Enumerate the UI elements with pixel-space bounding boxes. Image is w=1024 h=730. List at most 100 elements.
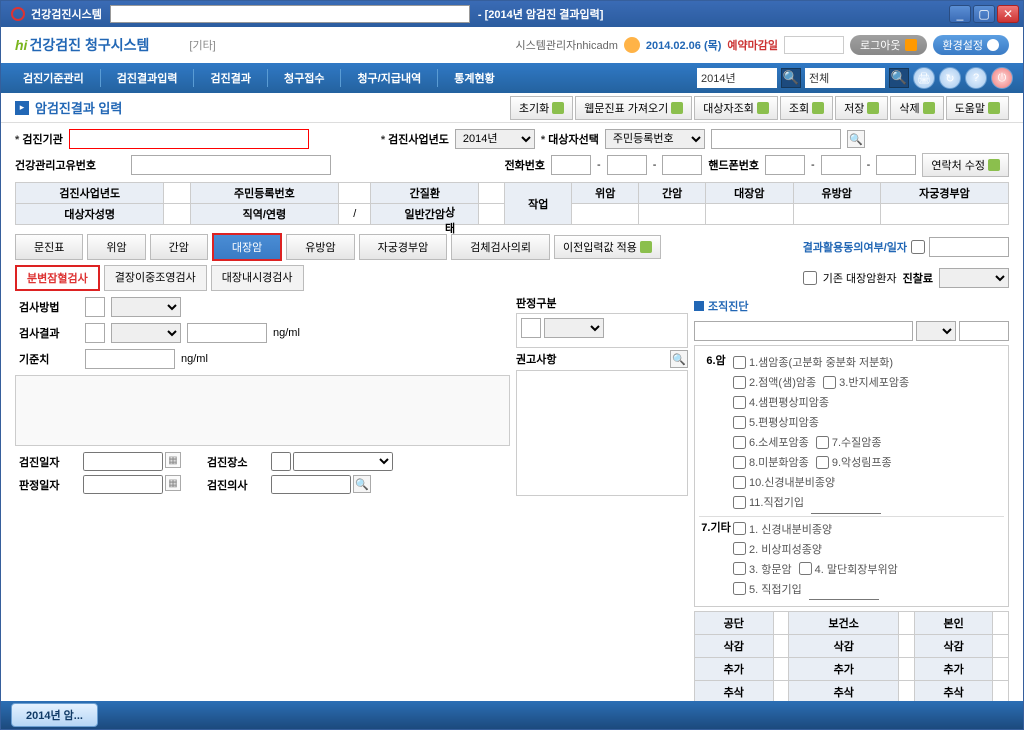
examdoc-input[interactable] bbox=[271, 475, 351, 494]
tab-specimen[interactable]: 검체검사의뢰 bbox=[451, 234, 550, 260]
pick-input[interactable] bbox=[711, 129, 841, 149]
judgedate-input[interactable] bbox=[83, 475, 163, 494]
cell-1[interactable] bbox=[765, 155, 805, 175]
fee-select[interactable] bbox=[939, 268, 1009, 288]
action-websurvey[interactable]: 웹문진표 가져오기 bbox=[575, 96, 692, 120]
recommend-textarea[interactable] bbox=[516, 370, 688, 496]
power-icon[interactable]: ⏻ bbox=[991, 67, 1013, 89]
org-label: 검진기관 bbox=[15, 131, 63, 147]
chevron-title-icon: ▸ bbox=[15, 101, 29, 115]
menu-standards[interactable]: 검진기준관리 bbox=[11, 64, 96, 92]
calendar-icon[interactable]: ▦ bbox=[165, 475, 181, 491]
maximize-button[interactable]: ▢ bbox=[973, 5, 995, 23]
diag-item[interactable]: 2.점액(샘)암종 bbox=[733, 374, 816, 390]
settings-button[interactable]: 환경설정 bbox=[933, 35, 1009, 55]
diag-item[interactable]: 5.편평상피암종 bbox=[733, 414, 819, 430]
calendar-icon[interactable]: ▦ bbox=[165, 452, 181, 468]
minimize-button[interactable]: _ bbox=[949, 5, 971, 23]
diag-item[interactable]: 4.샘편평상피암종 bbox=[733, 394, 829, 410]
gear-icon bbox=[987, 39, 999, 51]
titlebar-path-input[interactable] bbox=[110, 5, 470, 23]
year-search-button[interactable]: 🔍 bbox=[781, 68, 801, 88]
deadline-label: 예약마감일 bbox=[727, 37, 778, 53]
help-icon[interactable]: ? bbox=[965, 67, 987, 89]
result-value[interactable] bbox=[187, 323, 267, 343]
tab-liver[interactable]: 간암 bbox=[150, 234, 208, 260]
action-init[interactable]: 초기화 bbox=[510, 96, 573, 120]
action-help[interactable]: 도움말 bbox=[946, 96, 1009, 120]
phone-2[interactable] bbox=[607, 155, 647, 175]
examplace-code[interactable] bbox=[271, 452, 291, 471]
tab-survey[interactable]: 문진표 bbox=[15, 234, 83, 260]
logout-button[interactable]: 로그아웃 bbox=[850, 35, 926, 55]
filter-search-button[interactable]: 🔍 bbox=[889, 68, 909, 88]
search-icon[interactable]: 🔍 bbox=[670, 350, 688, 368]
taskbar-item[interactable]: 2014년 암... bbox=[11, 703, 98, 727]
tab-cervix[interactable]: 자궁경부암 bbox=[359, 234, 448, 260]
result-code[interactable] bbox=[85, 323, 105, 343]
org-input[interactable] bbox=[69, 129, 309, 149]
app-icon bbox=[11, 7, 25, 21]
class-code[interactable] bbox=[521, 318, 541, 338]
menu-result-input[interactable]: 검진결과입력 bbox=[105, 64, 190, 92]
search-icon[interactable]: 🔍 bbox=[353, 475, 371, 493]
diag-select[interactable] bbox=[916, 321, 956, 341]
healthcode-input[interactable] bbox=[131, 155, 331, 175]
subtab-fecal[interactable]: 분변잠혈검사 bbox=[15, 265, 100, 291]
print-icon[interactable]: 🖨 bbox=[913, 67, 935, 89]
method-code[interactable] bbox=[85, 297, 105, 317]
cell-label: 핸드폰번호 bbox=[708, 157, 759, 173]
consent-date-input[interactable] bbox=[929, 237, 1009, 257]
diag-item[interactable]: 10.신경내분비종양 bbox=[733, 474, 835, 490]
diag-item[interactable]: 8.미분화암종 bbox=[733, 454, 809, 470]
ref-value[interactable] bbox=[85, 349, 175, 369]
refresh-icon[interactable]: ↻ bbox=[939, 67, 961, 89]
diag-item[interactable]: 9.악성림프종 bbox=[816, 454, 892, 470]
filter-search[interactable] bbox=[805, 68, 885, 88]
examplace-select[interactable] bbox=[293, 452, 393, 471]
year-search[interactable] bbox=[697, 68, 777, 88]
diag-item[interactable]: 3.반지세포암종 bbox=[823, 374, 909, 390]
menu-payment[interactable]: 청구/지급내역 bbox=[345, 64, 433, 92]
subtab-dcbe[interactable]: 결장이중조영검사 bbox=[104, 265, 207, 291]
user-icon bbox=[624, 37, 640, 53]
menu-stats[interactable]: 통계현황 bbox=[442, 64, 506, 92]
contact-edit-button[interactable]: 연락처 수정 bbox=[922, 153, 1009, 177]
diag-search-input[interactable] bbox=[694, 321, 913, 341]
examdate-input[interactable] bbox=[83, 452, 163, 471]
existing-checkbox[interactable] bbox=[803, 271, 817, 285]
search-icon[interactable]: 🔍 bbox=[847, 130, 865, 148]
result-select[interactable] bbox=[111, 323, 181, 343]
action-target-view[interactable]: 대상자조회 bbox=[694, 96, 778, 120]
diag-item[interactable]: 6.소세포암종 bbox=[733, 434, 809, 450]
menu-results[interactable]: 검진결과 bbox=[198, 64, 262, 92]
pick-select[interactable]: 주민등록번호 bbox=[605, 129, 705, 149]
deadline-input[interactable] bbox=[784, 36, 844, 54]
pick-label: 대상자선택 bbox=[541, 131, 599, 147]
action-save[interactable]: 저장 bbox=[835, 96, 888, 120]
diag-code-input[interactable] bbox=[959, 321, 1009, 341]
year-select[interactable]: 2014년 bbox=[455, 129, 535, 149]
close-button[interactable]: ✕ bbox=[997, 5, 1019, 23]
menu-claim-receipt[interactable]: 청구접수 bbox=[272, 64, 336, 92]
logo-brand: 청구시스템 bbox=[85, 35, 149, 55]
cell-3[interactable] bbox=[876, 155, 916, 175]
phone-3[interactable] bbox=[662, 155, 702, 175]
tab-breast[interactable]: 유방암 bbox=[286, 234, 354, 260]
phone-1[interactable] bbox=[551, 155, 591, 175]
arrow-icon bbox=[812, 102, 824, 114]
apply-prev-button[interactable]: 이전입력값 적용 bbox=[554, 235, 661, 259]
tab-colon[interactable]: 대장암 bbox=[212, 233, 282, 261]
action-delete[interactable]: 삭제 bbox=[890, 96, 943, 120]
consent-checkbox[interactable] bbox=[911, 240, 925, 254]
logo-system: 건강검진 bbox=[29, 35, 81, 55]
diag-item[interactable]: 7.수질암종 bbox=[816, 434, 882, 450]
tab-stomach[interactable]: 위암 bbox=[87, 234, 145, 260]
cell-2[interactable] bbox=[821, 155, 861, 175]
method-select[interactable] bbox=[111, 297, 181, 317]
action-view[interactable]: 조회 bbox=[780, 96, 833, 120]
class-select[interactable] bbox=[544, 318, 604, 338]
subtab-colonoscopy[interactable]: 대장내시경검사 bbox=[211, 265, 304, 291]
diag-item[interactable]: 1.샘암종(고분화 중분화 저분화) bbox=[733, 354, 893, 370]
examdoc-label: 검진의사 bbox=[207, 477, 267, 493]
